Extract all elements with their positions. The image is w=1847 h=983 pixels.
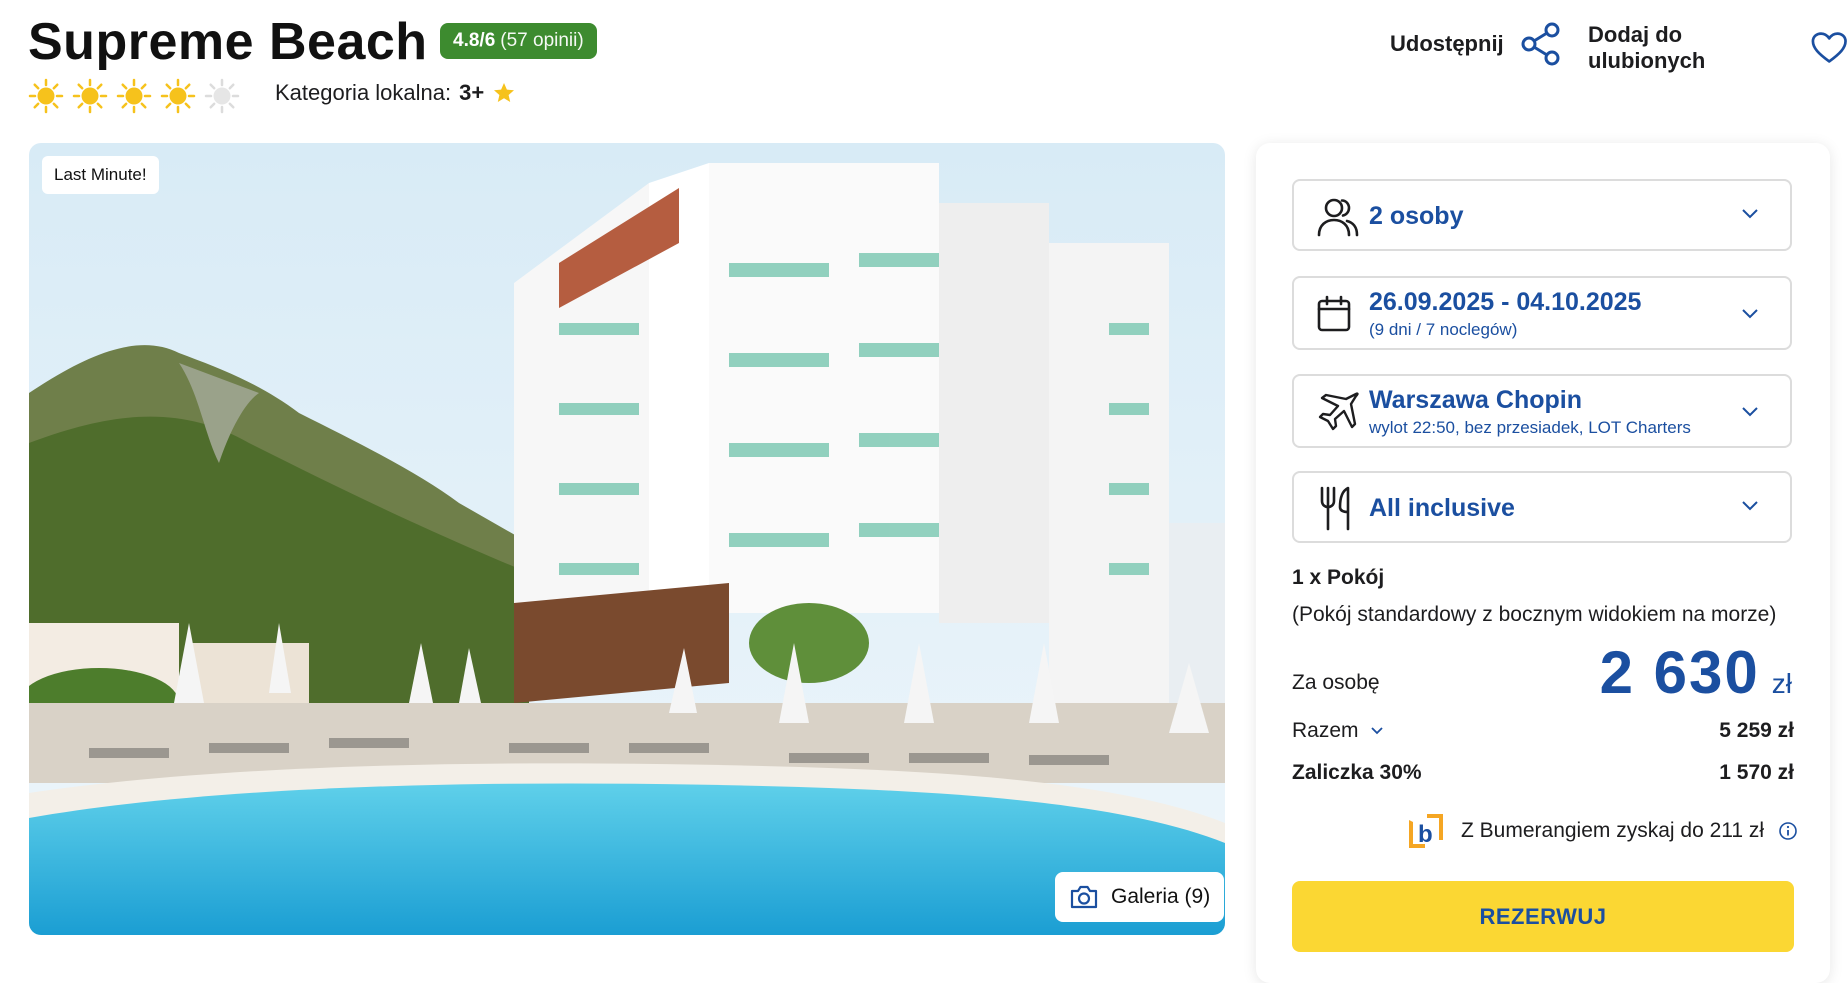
- chevron-down-icon: [1742, 309, 1758, 319]
- camera-icon: [1070, 885, 1098, 909]
- calendar-icon: [1317, 295, 1351, 332]
- departure-select[interactable]: Warszawa Chopin wylot 22:50, bez przesia…: [1292, 374, 1792, 448]
- favorite-label: Dodaj do ulubionych: [1588, 22, 1706, 73]
- board-select[interactable]: All inclusive: [1292, 471, 1792, 543]
- deposit-value: 1 570 zł: [1719, 761, 1794, 784]
- chevron-down-icon: [1742, 209, 1758, 219]
- sun-icon: [28, 78, 64, 114]
- last-minute-badge: Last Minute!: [42, 156, 159, 194]
- sun-icon: [72, 78, 108, 114]
- persons-select[interactable]: 2 osoby: [1292, 179, 1792, 251]
- hotel-photo[interactable]: [29, 143, 1225, 935]
- persons-value: 2 osoby: [1369, 202, 1464, 230]
- boomerang-text: Z Bumerangiem zyskaj do 211 zł: [1461, 819, 1765, 842]
- total-label: Razem: [1292, 719, 1359, 742]
- price-currency: zł: [1771, 668, 1792, 699]
- sun-icon: [116, 78, 152, 114]
- board-value: All inclusive: [1369, 494, 1515, 522]
- rating-count: (57 opinii): [500, 30, 584, 51]
- room-type: (Pokój standardowy z bocznym widokiem na…: [1292, 603, 1777, 626]
- dates-select[interactable]: 26.09.2025 - 04.10.2025 (9 dni / 7 nocle…: [1292, 276, 1792, 350]
- boomerang-info: b Z Bumerangiem zyskaj do 211 zł: [1405, 810, 1798, 852]
- chevron-down-icon: [1370, 727, 1383, 735]
- chevron-down-icon: [1742, 501, 1758, 511]
- heart-icon: [1811, 32, 1847, 63]
- local-category: Kategoria lokalna: 3+: [275, 80, 516, 106]
- deposit-label: Zaliczka 30%: [1292, 761, 1422, 784]
- local-category-value: 3+: [459, 80, 485, 105]
- departure-details: wylot 22:50, bez przesiadek, LOT Charter…: [1369, 418, 1691, 437]
- share-label: Udostępnij: [1390, 31, 1504, 56]
- reserve-button[interactable]: REZERWUJ: [1292, 881, 1794, 952]
- gallery-button[interactable]: Galeria (9): [1055, 872, 1225, 922]
- cutlery-icon: [1320, 486, 1350, 531]
- departure-airport: Warszawa Chopin: [1369, 386, 1582, 414]
- favorite-button[interactable]: Dodaj do ulubionych: [1588, 22, 1847, 74]
- boomerang-logo-icon: b: [1409, 814, 1443, 848]
- rating-badge[interactable]: 4.8/6 (57 opinii): [440, 23, 597, 59]
- hotel-title: Supreme Beach: [28, 13, 428, 71]
- per-person-price: 2 630 zł: [1600, 638, 1792, 707]
- booking-panel: [1256, 143, 1830, 983]
- hotel-photo-illustration: [29, 143, 1225, 935]
- share-icon: [1521, 22, 1560, 66]
- plane-icon: [1318, 392, 1359, 431]
- total-row[interactable]: Razem 5 259 zł: [1292, 719, 1794, 743]
- dates-value: 26.09.2025 - 04.10.2025: [1369, 288, 1642, 316]
- share-button[interactable]: Udostępnij: [1390, 22, 1562, 66]
- room-count: 1 x Pokój: [1292, 566, 1385, 589]
- info-icon[interactable]: [1778, 821, 1798, 841]
- sun-empty-icon: [204, 78, 240, 114]
- dates-duration: (9 dni / 7 noclegów): [1369, 320, 1518, 339]
- gallery-label: Galeria (9): [1111, 885, 1211, 908]
- svg-text:b: b: [1418, 821, 1433, 848]
- persons-icon: [1317, 198, 1359, 237]
- per-person-label: Za osobę: [1292, 671, 1380, 694]
- price-amount: 2 630: [1599, 639, 1760, 706]
- sun-icon: [160, 78, 196, 114]
- deposit-row: Zaliczka 30% 1 570 zł: [1292, 761, 1794, 785]
- hotel-stars: [28, 78, 240, 114]
- chevron-down-icon: [1742, 407, 1758, 417]
- local-category-label: Kategoria lokalna:: [275, 80, 452, 105]
- total-value: 5 259 zł: [1719, 719, 1794, 742]
- star-icon: [494, 83, 515, 102]
- rating-score: 4.8/6: [453, 30, 496, 51]
